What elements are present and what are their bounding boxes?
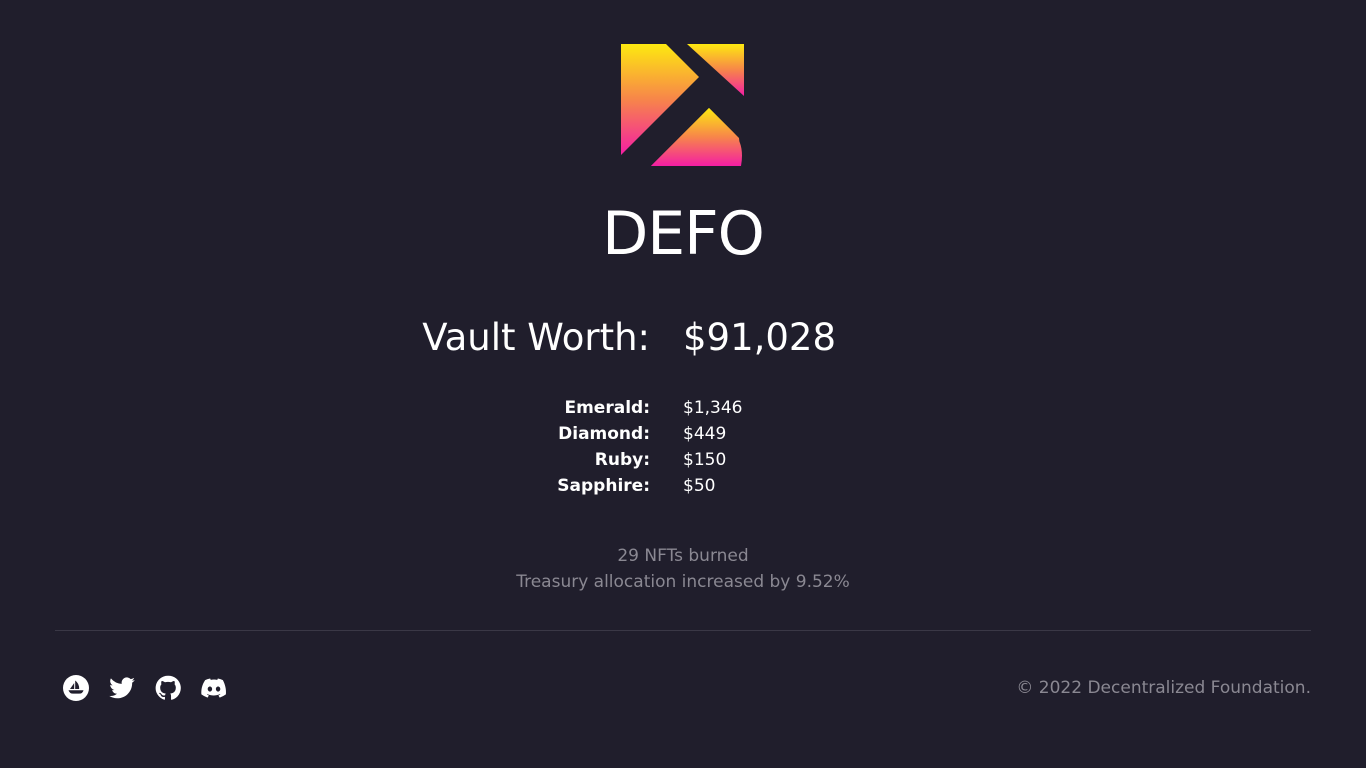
breakdown-value: $1,346 (683, 398, 743, 418)
github-icon (155, 675, 181, 700)
breakdown-row-diamond: Diamond: $449 (0, 421, 1366, 447)
nfts-burned-text: 29 NFTs burned (617, 546, 749, 566)
breakdown-value: $150 (683, 450, 727, 470)
breakdown-row-ruby: Ruby: $150 (0, 447, 1366, 473)
github-link[interactable] (154, 674, 182, 702)
breakdown-value: $449 (683, 424, 727, 444)
breakdown-name: Sapphire: (557, 476, 650, 496)
vault-worth-value: $91,028 (683, 316, 837, 359)
breakdown-value: $50 (683, 476, 716, 496)
vault-worth-label: Vault Worth: (422, 316, 650, 359)
breakdown-row-emerald: Emerald: $1,346 (0, 395, 1366, 421)
burn-stats: 29 NFTs burned Treasury allocation incre… (0, 543, 1366, 595)
social-links (62, 674, 228, 702)
treasury-allocation-text: Treasury allocation increased by 9.52% (516, 572, 850, 592)
breakdown-row-sapphire: Sapphire: $50 (0, 473, 1366, 499)
discord-link[interactable] (200, 674, 228, 702)
footer-divider (55, 630, 1311, 631)
defo-logo (621, 44, 744, 166)
breakdown-name: Ruby: (594, 450, 650, 470)
opensea-link[interactable] (62, 674, 90, 702)
twitter-link[interactable] (108, 674, 136, 702)
copyright-text: © 2022 Decentralized Foundation. (1016, 678, 1311, 698)
breakdown-name: Diamond: (558, 424, 650, 444)
twitter-icon (109, 677, 135, 699)
discord-icon (201, 678, 226, 698)
breakdown-name: Emerald: (564, 398, 650, 418)
brand-title: DEFO (602, 199, 765, 269)
opensea-icon (63, 675, 89, 701)
gem-breakdown: Emerald: $1,346 Diamond: $449 Ruby: $150… (0, 395, 1366, 499)
